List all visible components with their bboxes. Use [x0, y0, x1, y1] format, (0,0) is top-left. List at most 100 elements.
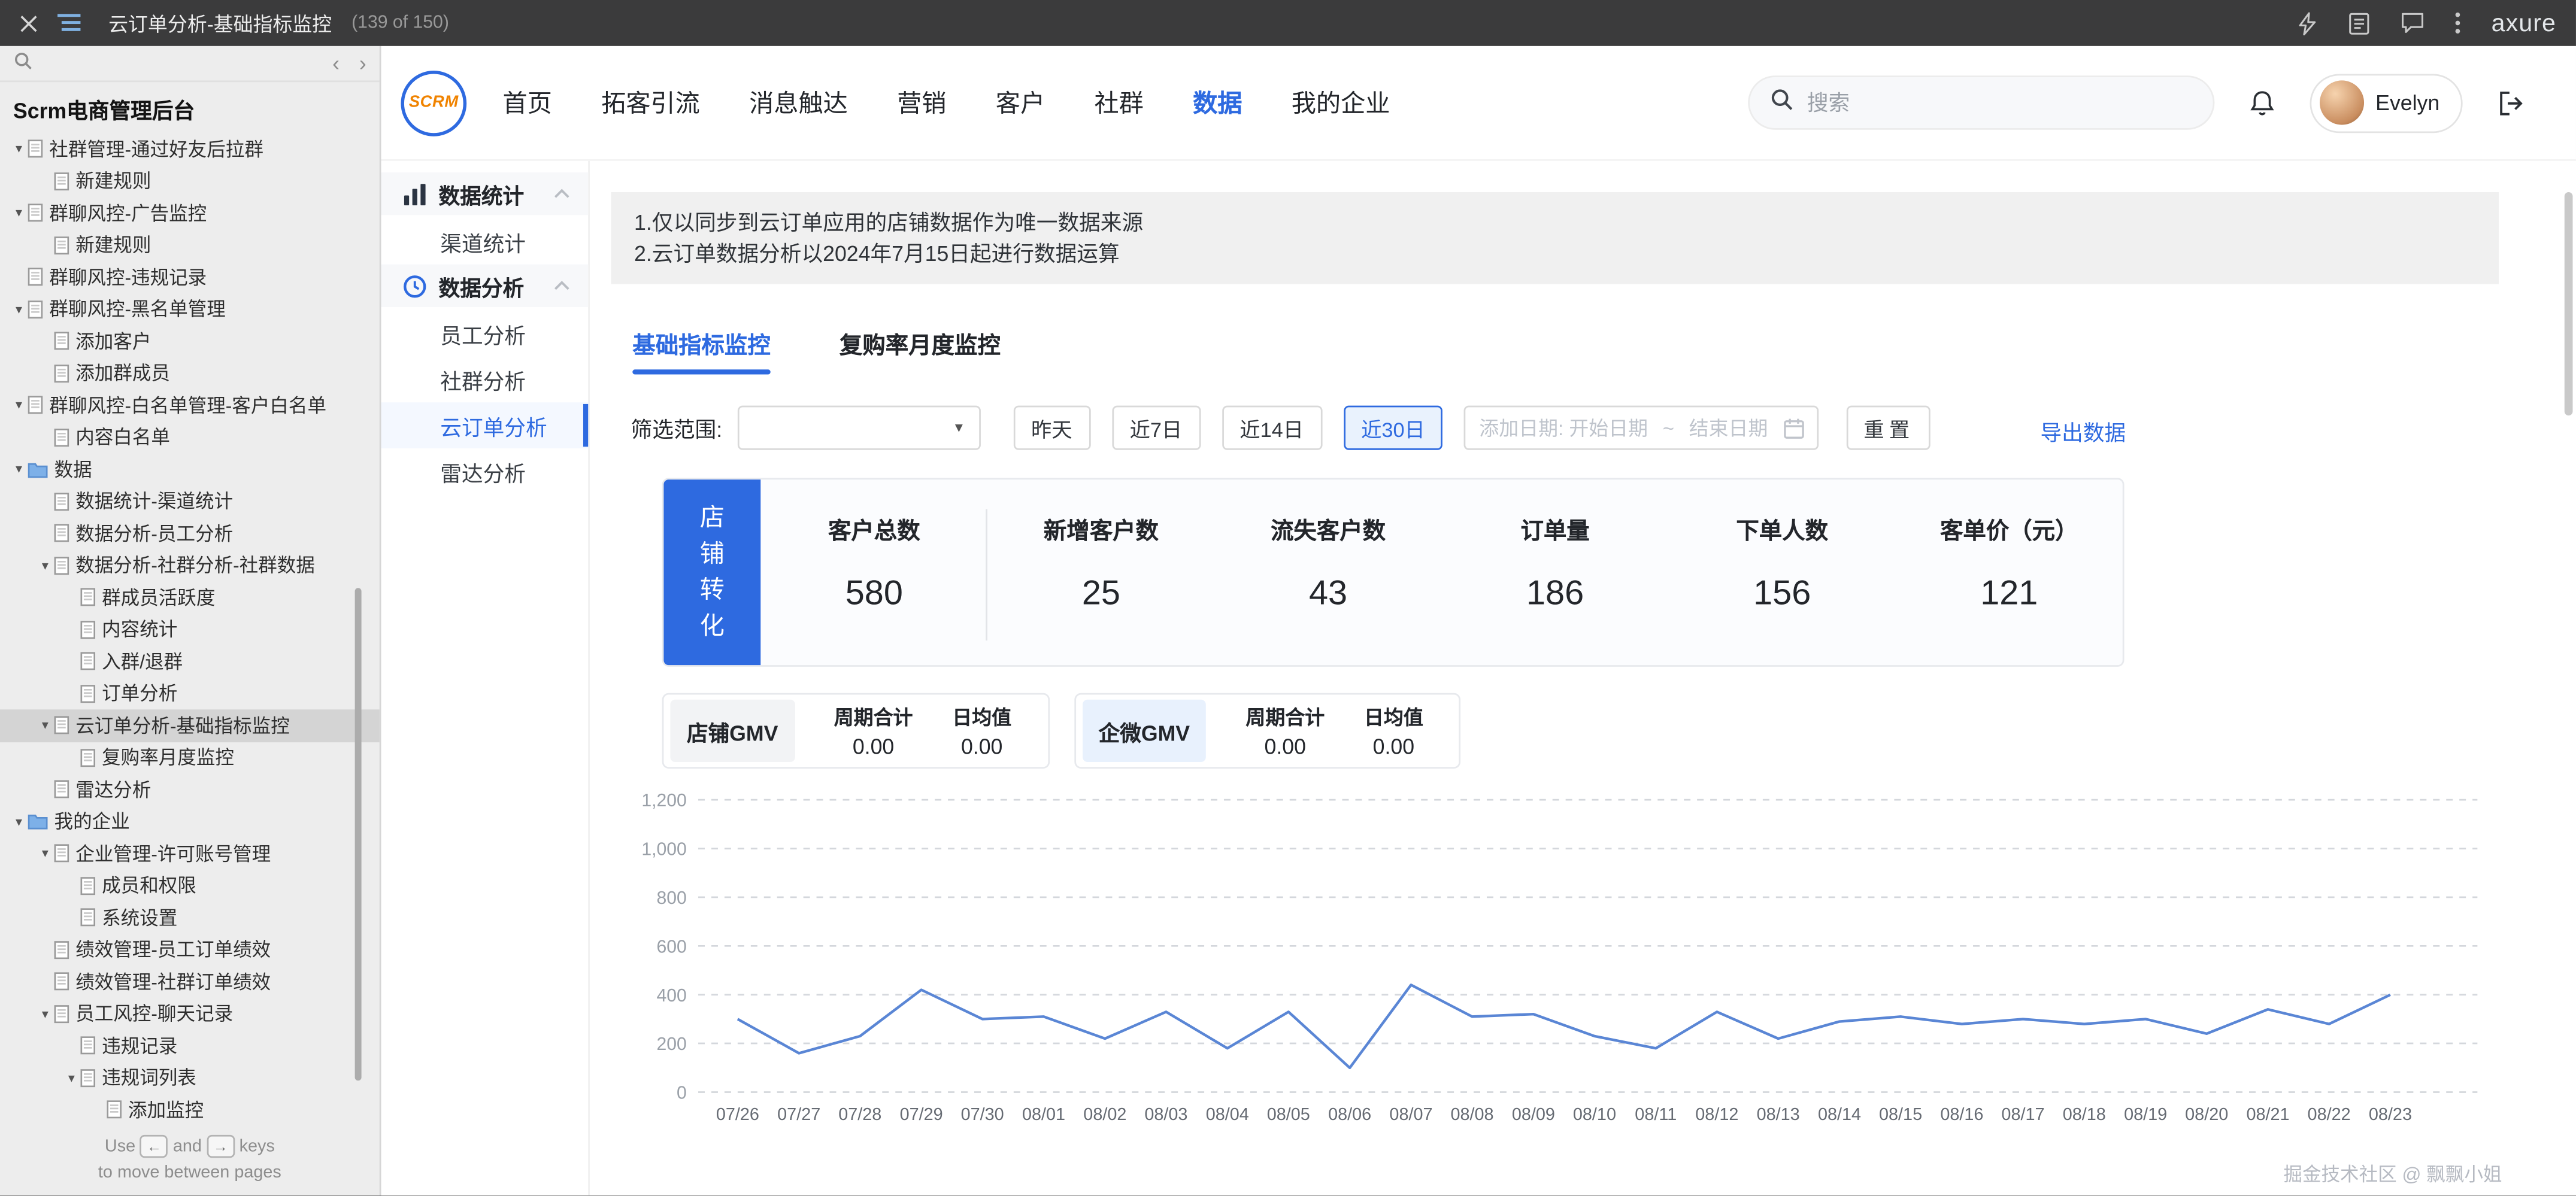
quick-range-button-3[interactable]: 近14日: [1222, 406, 1322, 450]
quick-range-button-4[interactable]: 近30日: [1343, 406, 1443, 450]
tree-item-label: 绩效管理-社群订单绩效: [75, 969, 271, 995]
tab-basic-metrics[interactable]: 基础指标监控: [632, 329, 770, 375]
quick-range-button-2[interactable]: 近7日: [1111, 406, 1200, 450]
tree-item[interactable]: 群成员活跃度: [0, 581, 380, 614]
scrm-logo[interactable]: SCRM: [401, 70, 466, 136]
tree-item[interactable]: 订单分析: [0, 678, 380, 710]
notifications-bell-icon[interactable]: [2247, 88, 2277, 117]
stat-value: 121: [1896, 575, 2123, 614]
export-data-link[interactable]: 导出数据: [2041, 415, 2126, 447]
comment-icon[interactable]: [2401, 11, 2426, 34]
x-tick-label: 08/12: [1695, 1105, 1738, 1124]
tree-item[interactable]: 添加监控: [0, 1094, 380, 1126]
tree-item[interactable]: 雷达分析: [0, 773, 380, 806]
next-page-icon[interactable]: ›: [359, 53, 366, 74]
content-scrollbar[interactable]: [2565, 192, 2573, 415]
nav-item-1[interactable]: 首页: [503, 86, 552, 120]
tree-item[interactable]: 绩效管理-社群订单绩效: [0, 966, 380, 998]
x-tick-label: 07/29: [900, 1105, 943, 1124]
lightning-icon[interactable]: [2298, 11, 2319, 35]
caret-icon[interactable]: ▾: [10, 142, 28, 157]
tree-item[interactable]: 内容统计: [0, 614, 380, 646]
nav-item-2[interactable]: 拓客引流: [601, 86, 700, 120]
global-search[interactable]: [1748, 75, 2214, 130]
caret-icon[interactable]: ▾: [36, 558, 54, 573]
menu-item[interactable]: 渠道统计: [381, 218, 589, 265]
tree-item[interactable]: 新建规则: [0, 165, 380, 198]
tree-item[interactable]: 绩效管理-员工订单绩效: [0, 934, 380, 966]
filter-range-select[interactable]: ▼: [737, 406, 980, 450]
tree-item[interactable]: ▾群聊风控-白名单管理-客户白名单: [0, 389, 380, 421]
caret-icon[interactable]: ▾: [62, 1070, 80, 1085]
menu-group-2[interactable]: 数据分析: [381, 265, 589, 307]
menu-item[interactable]: 员工分析: [381, 311, 589, 357]
caret-icon[interactable]: ▾: [10, 302, 28, 317]
menu-item[interactable]: 云订单分析: [381, 402, 589, 448]
tree-item[interactable]: 入群/退群: [0, 645, 380, 678]
tree-item[interactable]: ▾数据: [0, 453, 380, 485]
pages-panel-toggle-icon[interactable]: [57, 13, 82, 33]
caret-icon[interactable]: ▾: [36, 846, 54, 861]
logout-icon[interactable]: [2496, 88, 2527, 117]
tree-item[interactable]: 群聊风控-违规记录: [0, 261, 380, 293]
tree-item[interactable]: ▾我的企业: [0, 806, 380, 838]
caret-icon[interactable]: ▾: [36, 1006, 54, 1021]
nav-item-5[interactable]: 客户: [996, 86, 1045, 120]
content: 1.仅以同步到云订单应用的店铺数据作为唯一数据来源 2.云订单数据分析以2024…: [590, 161, 2576, 1195]
caret-icon[interactable]: ▾: [10, 206, 28, 221]
tree-item[interactable]: 添加群成员: [0, 357, 380, 390]
quick-range-button-1[interactable]: 昨天: [1013, 406, 1090, 450]
tree-item[interactable]: 复购率月度监控: [0, 742, 380, 774]
tree-item[interactable]: ▾员工风控-聊天记录: [0, 998, 380, 1030]
console-icon[interactable]: [2348, 11, 2371, 35]
reset-button[interactable]: 重置: [1847, 406, 1931, 450]
nav-item-6[interactable]: 社群: [1094, 86, 1143, 120]
tree-item[interactable]: ▾社群管理-通过好友后拉群: [0, 133, 380, 165]
close-icon[interactable]: [20, 14, 38, 32]
tree-item[interactable]: 成员和权限: [0, 870, 380, 902]
filter-label: 筛选范围:: [631, 412, 723, 444]
watermark: 掘金技术社区 @ 飘飘小姐: [2283, 1161, 2502, 1188]
tree-item[interactable]: 系统设置: [0, 901, 380, 934]
tree-item[interactable]: 内容白名单: [0, 421, 380, 454]
nav-item-4[interactable]: 营销: [897, 86, 946, 120]
tree-item[interactable]: 添加客户: [0, 325, 380, 357]
header-right: Evelyn: [1748, 73, 2527, 132]
search-icon[interactable]: [13, 48, 33, 78]
prev-page-icon[interactable]: ‹: [332, 53, 340, 74]
x-tick-label: 08/06: [1328, 1105, 1371, 1124]
x-tick-label: 07/26: [716, 1105, 759, 1124]
tree-item[interactable]: ▾群聊风控-广告监控: [0, 197, 380, 229]
tree-item[interactable]: ▾群聊风控-黑名单管理: [0, 293, 380, 326]
y-tick-label: 800: [656, 888, 686, 908]
tab-repurchase-monthly[interactable]: 复购率月度监控: [840, 329, 1001, 375]
tree-item[interactable]: 违规记录: [0, 1030, 380, 1062]
caret-icon[interactable]: ▾: [10, 398, 28, 413]
tree-item[interactable]: ▾数据分析-社群分析-社群数据: [0, 550, 380, 582]
gmv-stat: 周期合计0.00: [834, 703, 913, 758]
date-range-picker[interactable]: 添加日期: 开始日期 ~ 结束日期: [1465, 406, 1820, 450]
user-menu[interactable]: Evelyn: [2310, 73, 2462, 132]
menu-group-1[interactable]: 数据统计: [381, 172, 589, 215]
caret-icon[interactable]: ▾: [36, 718, 54, 733]
menu-item[interactable]: 社群分析: [381, 356, 589, 402]
nav-item-7[interactable]: 数据: [1193, 86, 1242, 120]
tree-item[interactable]: ▾违规词列表: [0, 1062, 380, 1094]
tree-item[interactable]: ▾云订单分析-基础指标监控: [0, 709, 380, 742]
caret-icon[interactable]: ▾: [10, 814, 28, 829]
tree-item[interactable]: 数据分析-员工分析: [0, 517, 380, 550]
pages-scrollbar[interactable]: [355, 588, 362, 1080]
tree-item[interactable]: ▾企业管理-许可账号管理: [0, 837, 380, 870]
menu-item[interactable]: 雷达分析: [381, 448, 589, 494]
page-icon: [80, 684, 95, 702]
page-icon: [54, 428, 69, 446]
more-options-icon[interactable]: [2455, 11, 2462, 34]
caret-icon[interactable]: ▾: [10, 462, 28, 477]
gmv-stat-value: 0.00: [1245, 734, 1325, 758]
tree-item[interactable]: 数据统计-渠道统计: [0, 485, 380, 518]
nav-item-8[interactable]: 我的企业: [1292, 86, 1390, 120]
nav-item-3[interactable]: 消息触达: [749, 86, 848, 120]
search-input[interactable]: [1807, 90, 2193, 115]
orders-line-chart: 02004006008001,0001,20007/2607/2707/2807…: [625, 787, 2576, 1140]
tree-item[interactable]: 新建规则: [0, 229, 380, 262]
